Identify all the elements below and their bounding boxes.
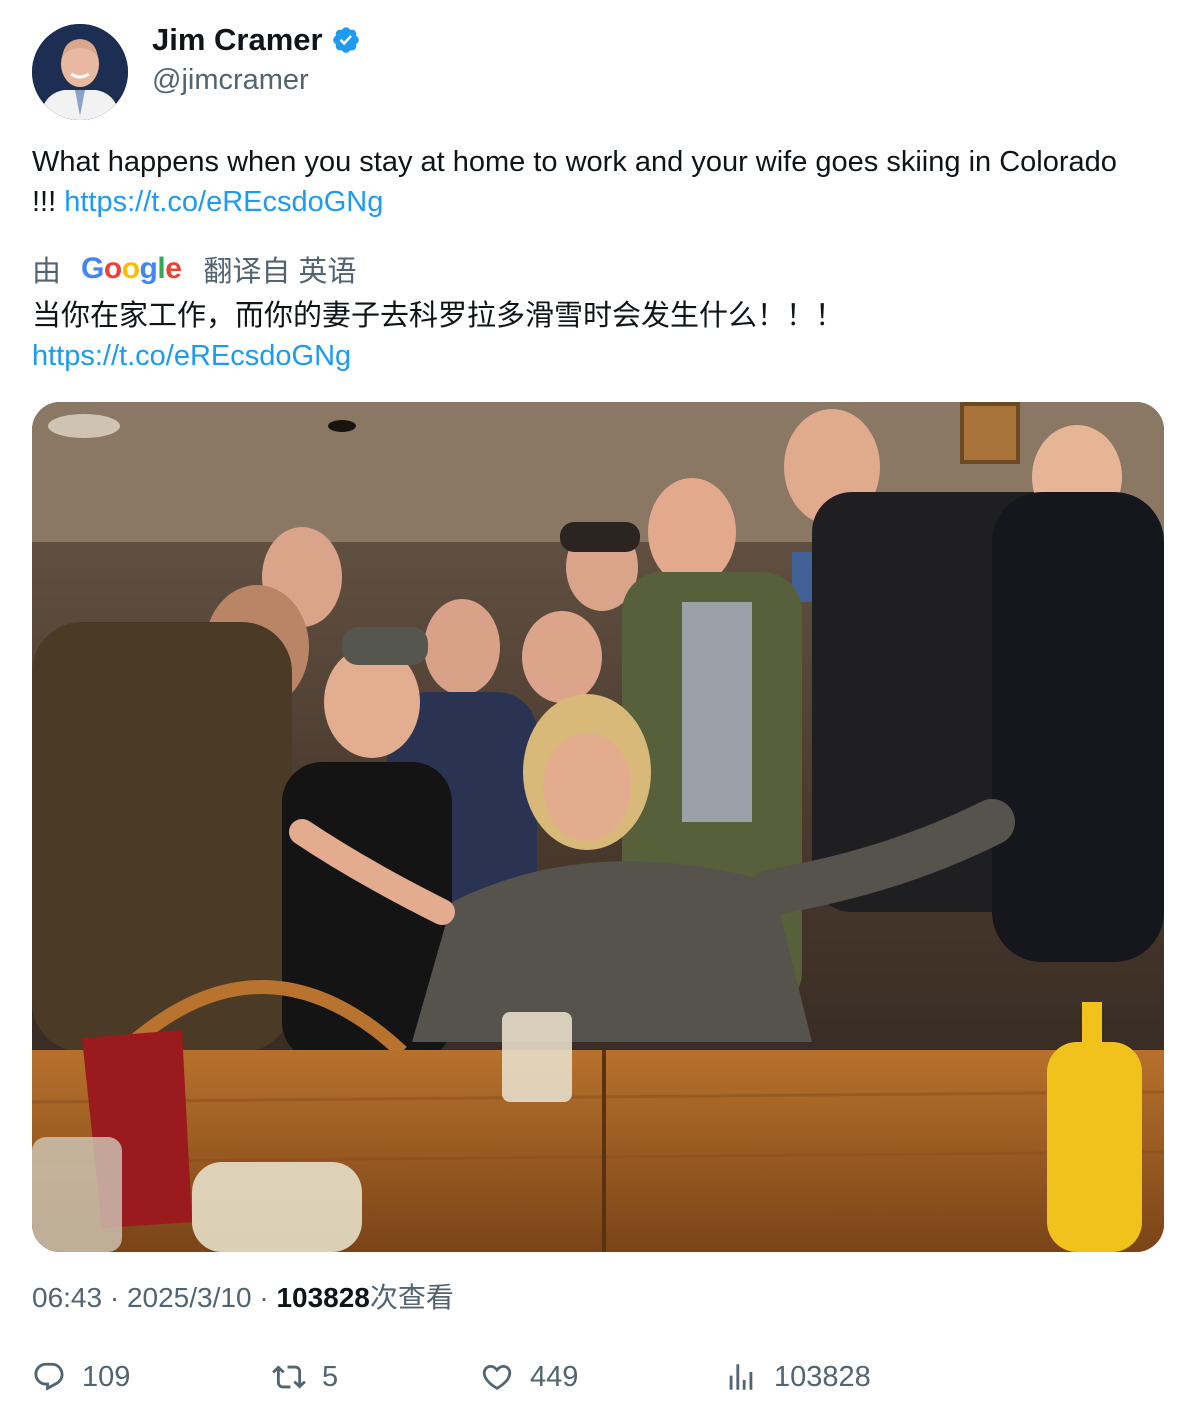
translation-header: 由 Google 翻译自 英语 xyxy=(32,248,356,290)
analytics-icon xyxy=(729,1364,753,1390)
tweet-text: What happens when you stay at home to wo… xyxy=(32,142,1142,222)
reply-button[interactable]: 109 xyxy=(32,1360,130,1394)
tweet-meta: 06:43 · 2025/3/10 · 103828次查看 xyxy=(32,1276,454,1316)
translated-link[interactable]: https://t.co/eREcsdoGNg xyxy=(32,336,1152,376)
view-count: 103828 xyxy=(276,1282,370,1313)
tweet-photo[interactable] xyxy=(32,402,1164,1252)
action-bar: 109 5 449 103828 xyxy=(32,1360,1164,1408)
photo-image xyxy=(32,402,1164,1252)
translated-body: 当你在家工作，而你的妻子去科罗拉多滑雪时会发生什么！！！ xyxy=(32,300,845,332)
translation-prefix: 由 xyxy=(32,256,62,288)
author-handle[interactable]: @jimcramer xyxy=(152,64,309,97)
author-name[interactable]: Jim Cramer xyxy=(152,22,323,58)
reply-count: 109 xyxy=(82,1360,131,1393)
heart-icon xyxy=(482,1364,512,1390)
meta-separator: · xyxy=(102,1282,127,1313)
google-logo: Google xyxy=(81,252,182,285)
avatar[interactable] xyxy=(32,24,128,120)
like-count: 449 xyxy=(530,1360,579,1393)
reply-icon xyxy=(34,1362,64,1391)
views-button[interactable]: 103828 xyxy=(724,1360,871,1394)
tweet-time[interactable]: 06:43 xyxy=(32,1282,102,1313)
retweet-icon xyxy=(272,1365,306,1389)
verified-badge-icon xyxy=(332,27,359,53)
meta-separator: · xyxy=(251,1282,277,1313)
avatar-image xyxy=(32,24,128,120)
translation-suffix: 翻译自 英语 xyxy=(203,256,357,288)
tweet-date[interactable]: 2025/3/10 xyxy=(127,1282,252,1313)
view-label: 次查看 xyxy=(369,1282,454,1313)
views-count: 103828 xyxy=(774,1360,871,1393)
like-button[interactable]: 449 xyxy=(480,1360,578,1394)
translated-text: 当你在家工作，而你的妻子去科罗拉多滑雪时会发生什么！！！ https://t.c… xyxy=(32,296,1152,376)
retweet-button[interactable]: 5 xyxy=(272,1360,338,1394)
tweet-link[interactable]: https://t.co/eREcsdoGNg xyxy=(64,186,383,218)
author-name-row[interactable]: Jim Cramer xyxy=(152,22,361,58)
retweet-count: 5 xyxy=(322,1360,339,1393)
